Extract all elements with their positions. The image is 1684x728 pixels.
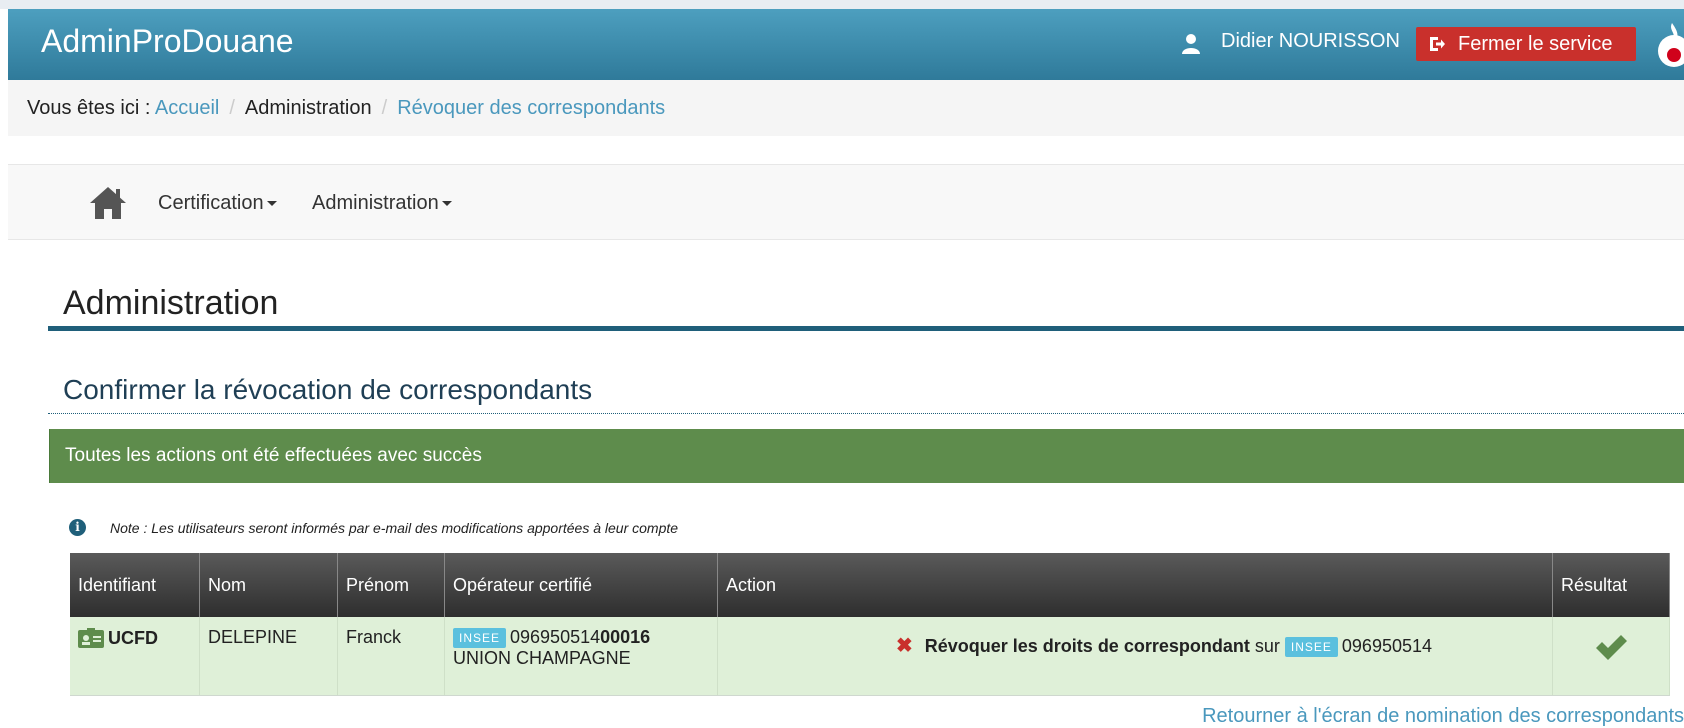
user-name[interactable]: Didier NOURISSON (1221, 30, 1400, 53)
breadcrumb-home-link[interactable]: Accueil (155, 97, 219, 119)
col-action: Action (717, 553, 1553, 617)
col-identifiant: Identifiant (70, 553, 200, 617)
breadcrumb-administration: Administration (244, 97, 372, 119)
breadcrumb-separator: / (229, 97, 235, 119)
return-to-nomination-link[interactable]: Retourner à l'écran de nomination des co… (1202, 705, 1684, 728)
table-row: UCFD DELEPINE Franck INSEE 09695051400016… (70, 617, 1670, 696)
nav-administration-label: Administration (312, 192, 439, 214)
success-alert: Toutes les actions ont été effectuées av… (49, 429, 1684, 483)
caret-down-icon (441, 201, 452, 207)
insee-badge: INSEE (1284, 637, 1338, 658)
top-strip (0, 0, 1684, 9)
title-divider (48, 326, 1684, 331)
user-icon (1182, 34, 1200, 54)
breadcrumb: Vous êtes ici : Accueil / Administration / R… (8, 80, 1684, 136)
page-title: Administration (63, 284, 279, 322)
action-label: Révoquer les droits de correspondant (924, 636, 1250, 656)
main-navbar: Certification Administration (8, 164, 1684, 240)
nav-administration-dropdown[interactable]: Administration (312, 192, 452, 215)
app-title[interactable]: AdminProDouane (41, 23, 294, 60)
douane-logo-icon (1658, 23, 1684, 67)
breadcrumb-revoke-link[interactable]: Révoquer des correspondants (397, 97, 665, 119)
home-icon[interactable] (88, 185, 128, 221)
insee-badge: INSEE (453, 628, 507, 649)
table-header-row: Identifiant Nom Prénom Opérateur certifi… (70, 553, 1670, 617)
col-operateur: Opérateur certifié (444, 553, 718, 617)
revoke-x-icon: ✖ (896, 635, 913, 657)
notification-note: Note : Les utilisateurs seront informés … (110, 520, 679, 536)
operateur-name: UNION CHAMPAGNE (453, 648, 631, 669)
revocation-table: Identifiant Nom Prénom Opérateur certifi… (70, 553, 1670, 696)
caret-down-icon (266, 201, 277, 207)
operateur-siren: 096950514 (510, 627, 601, 647)
col-nom: Nom (199, 553, 338, 617)
cell-action: ✖ Révoquer les droits de correspondant su… (717, 617, 1553, 696)
operateur-suffix: 00016 (600, 627, 651, 647)
section-title: Confirmer la révocation de correspondant… (63, 374, 593, 405)
breadcrumb-separator: / (381, 97, 388, 119)
id-card-icon (78, 628, 104, 649)
nav-certification-label: Certification (158, 192, 264, 214)
cell-identifiant: UCFD (70, 617, 200, 696)
action-sur: sur (1254, 636, 1280, 656)
info-icon: i (69, 519, 86, 536)
app-header: AdminProDouane Didier NOURISSON Fermer l… (8, 9, 1684, 80)
col-resultat: Résultat (1552, 553, 1670, 617)
nav-certification-dropdown[interactable]: Certification (158, 192, 277, 215)
action-siren: 096950514 (1341, 636, 1433, 656)
cell-prenom: Franck (337, 617, 445, 696)
sign-out-icon (1430, 37, 1445, 51)
cell-nom: DELEPINE (199, 617, 338, 696)
breadcrumb-prefix: Vous êtes ici : (27, 97, 155, 119)
cell-operateur: INSEE 09695051400016 UNION CHAMPAGNE (444, 617, 718, 696)
section-divider (48, 413, 1684, 414)
identifiant-value: UCFD (108, 627, 158, 648)
col-prenom: Prénom (337, 553, 445, 617)
close-service-button[interactable]: Fermer le service (1416, 27, 1636, 61)
success-alert-text: Toutes les actions ont été effectuées av… (65, 445, 482, 466)
close-service-label: Fermer le service (1458, 33, 1613, 55)
